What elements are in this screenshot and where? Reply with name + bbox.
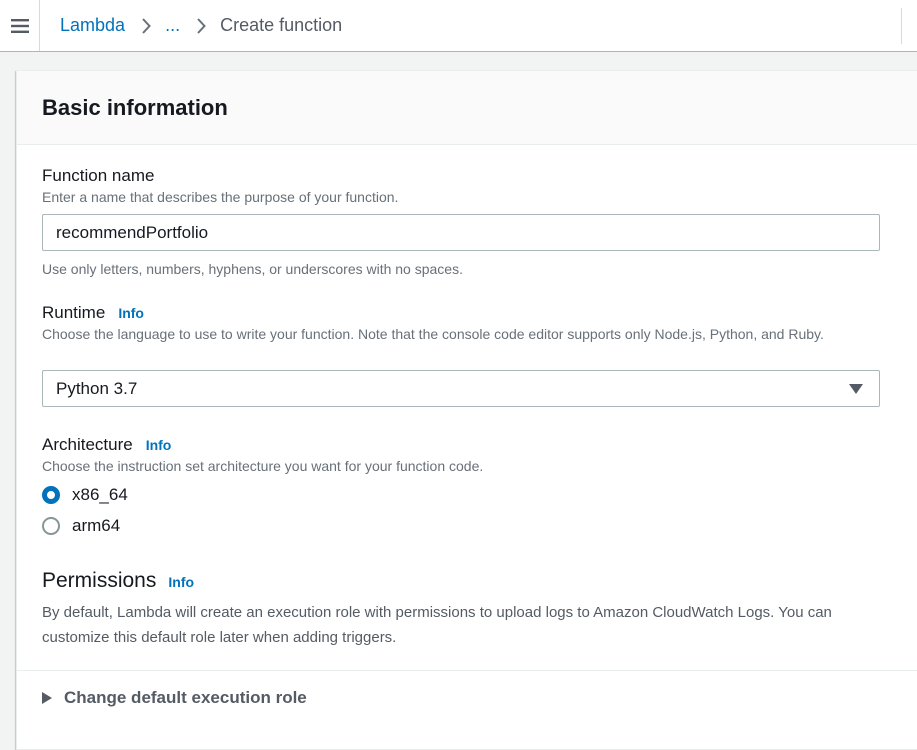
permissions-title: Permissions — [42, 569, 157, 592]
runtime-label: Runtime — [42, 303, 106, 322]
permissions-title-row: Permissions Info — [42, 569, 880, 593]
runtime-select[interactable]: Python 3.7 — [42, 370, 880, 407]
function-name-description: Enter a name that describes the purpose … — [42, 189, 399, 205]
caret-down-icon — [849, 384, 863, 394]
function-name-input[interactable] — [42, 214, 880, 251]
caret-right-icon — [42, 692, 52, 704]
topbar-divider — [901, 8, 902, 44]
architecture-field: Architecture Info Choose the instruction… — [42, 435, 880, 476]
breadcrumb-current: Create function — [220, 15, 343, 35]
runtime-field: Runtime Info Choose the language to use … — [42, 303, 880, 344]
function-name-constraint: Use only letters, numbers, hyphens, or u… — [42, 261, 463, 277]
permissions-description: By default, Lambda will create an execut… — [42, 604, 832, 646]
basic-information-panel: Basic information Function name Enter a … — [16, 70, 917, 750]
panel-header: Basic information — [17, 71, 917, 145]
panel-title: Basic information — [42, 94, 228, 120]
breadcrumb: Lambda ... Create function — [60, 0, 342, 51]
function-name-input-wrapper — [42, 214, 880, 251]
hamburger-icon — [10, 18, 29, 33]
architecture-label: Architecture — [42, 435, 133, 454]
architecture-option-label: arm64 — [72, 515, 121, 535]
architecture-option-x86-64[interactable]: x86_64 — [42, 479, 880, 510]
permissions-section: Permissions Info By default, Lambda will… — [42, 569, 880, 650]
breadcrumb-lambda[interactable]: Lambda — [60, 15, 125, 36]
runtime-info-link[interactable]: Info — [118, 305, 144, 321]
breadcrumb-ellipsis[interactable]: ... — [165, 15, 180, 36]
change-execution-role-label: Change default execution role — [64, 688, 307, 707]
architecture-info-link[interactable]: Info — [146, 437, 172, 453]
radio-checked-icon[interactable] — [42, 485, 60, 504]
runtime-description: Choose the language to use to write your… — [42, 326, 824, 342]
architecture-options: x86_64 arm64 — [42, 479, 880, 541]
runtime-label-row: Runtime Info — [42, 303, 880, 323]
permissions-info-link[interactable]: Info — [168, 574, 194, 590]
function-name-label: Function name — [42, 166, 155, 185]
top-navigation-bar: Lambda ... Create function — [0, 0, 917, 52]
architecture-label-row: Architecture Info — [42, 435, 880, 455]
function-name-field: Function name Enter a name that describe… — [42, 166, 880, 207]
architecture-option-label: x86_64 — [72, 484, 128, 504]
runtime-selected-value: Python 3.7 — [56, 378, 138, 398]
radio-unchecked-icon[interactable] — [42, 516, 60, 535]
function-name-constraint-wrapper: Use only letters, numbers, hyphens, or u… — [42, 258, 880, 279]
chevron-right-icon — [196, 17, 206, 34]
architecture-description: Choose the instruction set architecture … — [42, 458, 484, 474]
change-execution-role-expander[interactable]: Change default execution role — [42, 688, 307, 708]
architecture-option-arm64[interactable]: arm64 — [42, 510, 880, 541]
chevron-right-icon — [141, 17, 151, 34]
menu-button[interactable] — [0, 0, 40, 51]
section-divider — [17, 670, 917, 671]
runtime-select-wrapper: Python 3.7 — [42, 370, 880, 407]
